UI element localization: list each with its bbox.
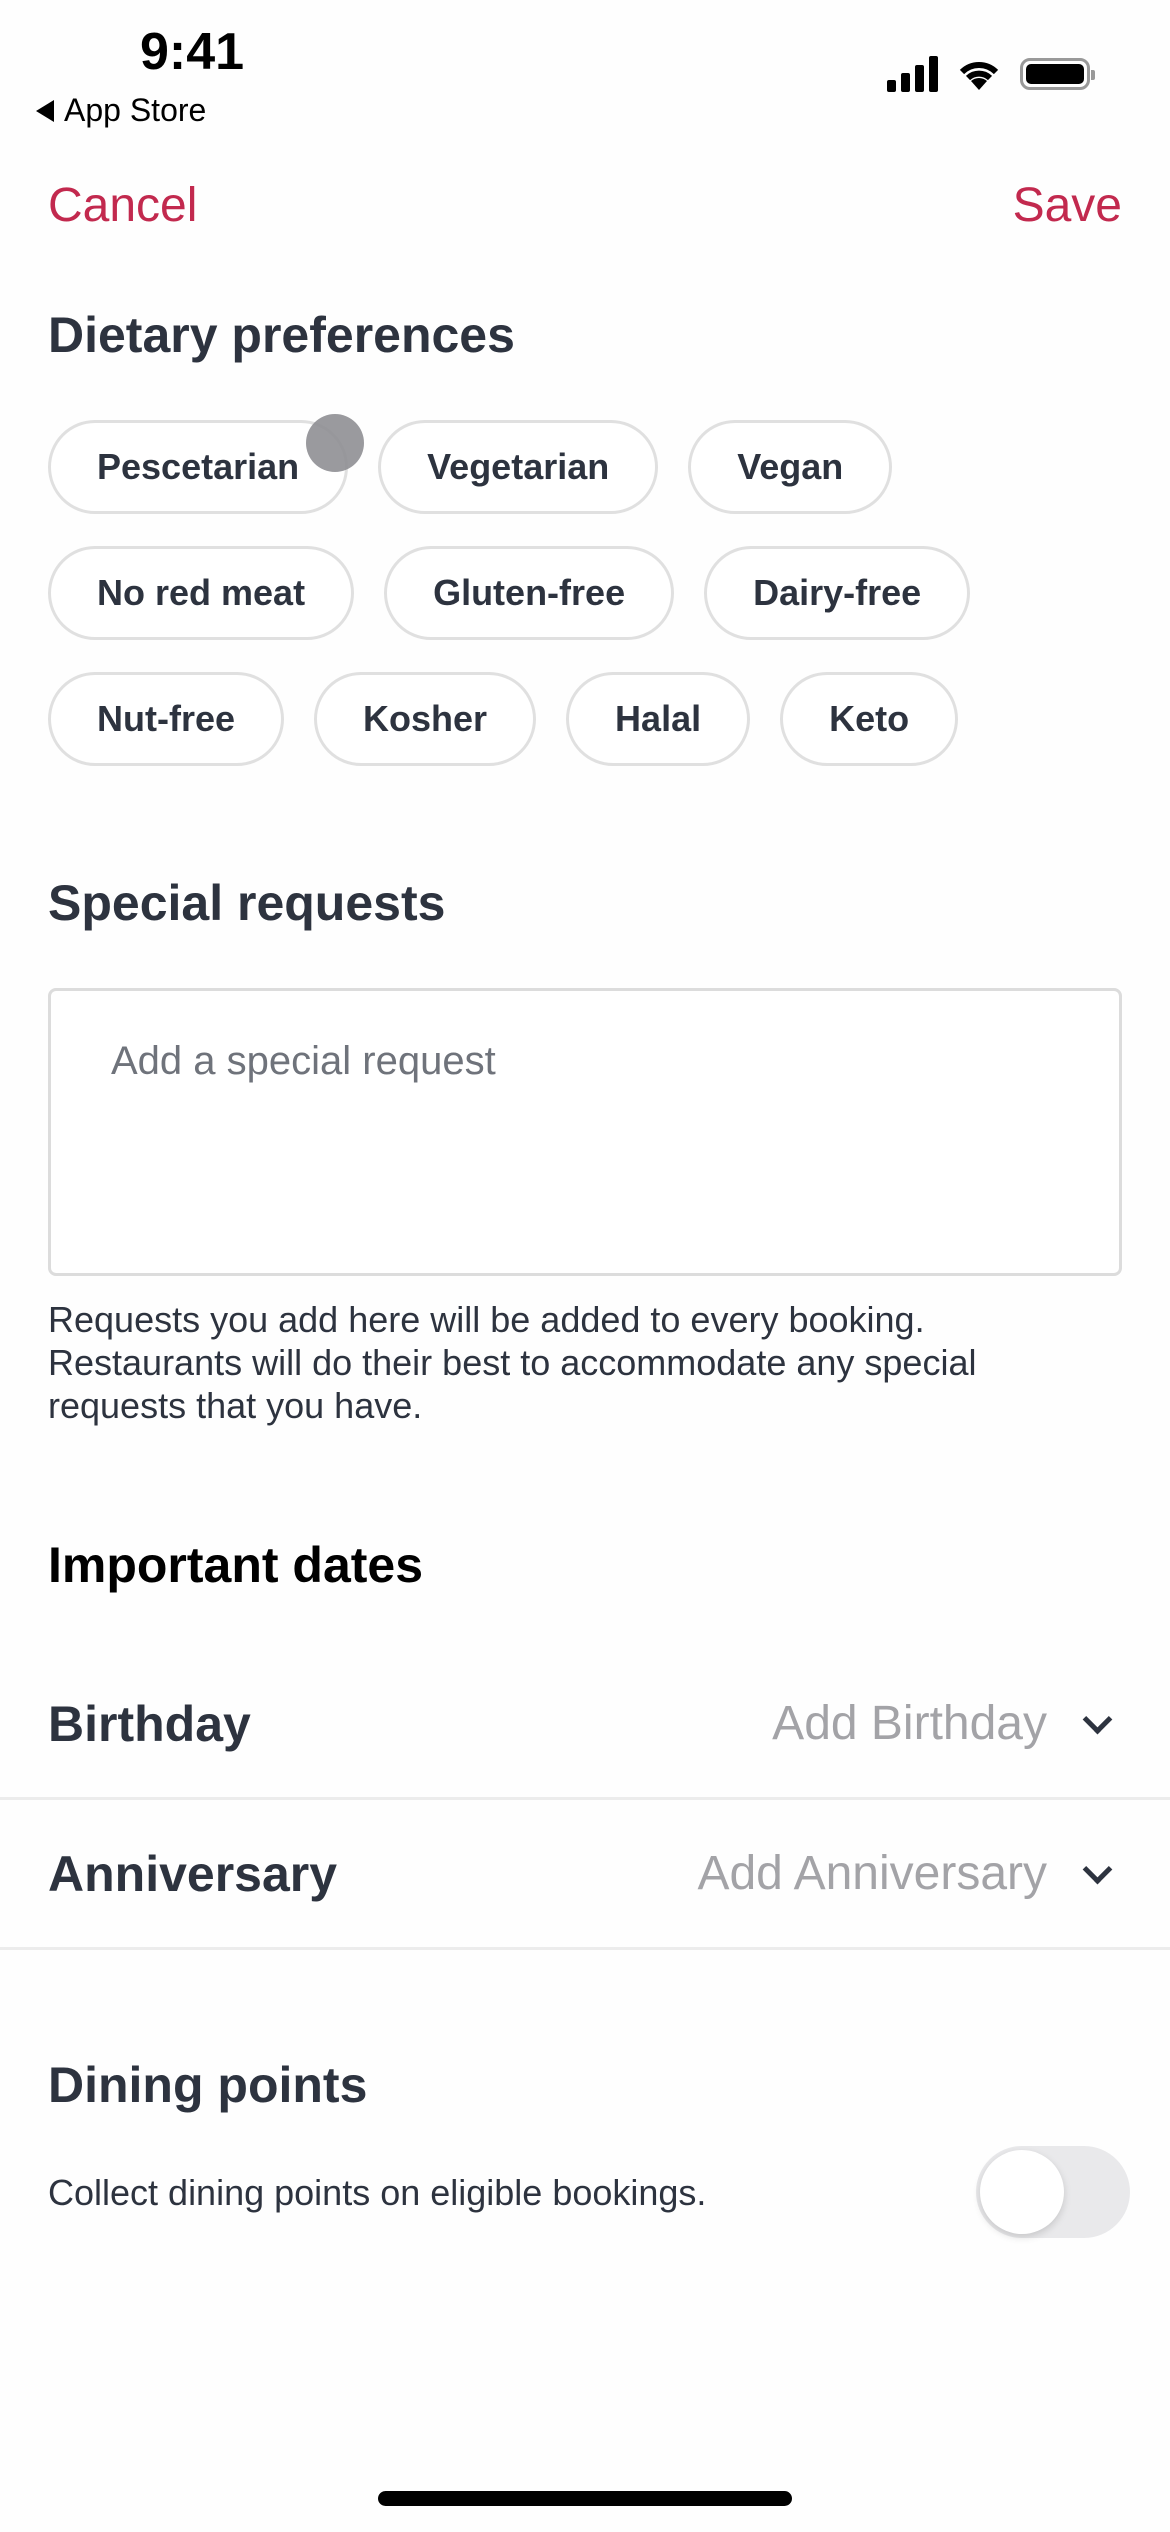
dining-points-heading: Dining points (48, 2057, 368, 2113)
touch-indicator (306, 414, 364, 472)
dining-points-description: Collect dining points on eligible bookin… (48, 2172, 707, 2213)
chip-no-red-meat[interactable]: No red meat (48, 546, 355, 640)
back-app-label: App Store (64, 92, 207, 128)
anniversary-row[interactable]: Anniversary Add Anniversary (0, 1800, 1170, 1950)
chip-vegan[interactable]: Vegan (688, 420, 893, 514)
dietary-preferences-heading: Dietary preferences (48, 307, 515, 363)
special-requests-heading: Special requests (48, 875, 446, 931)
save-button[interactable]: Save (1013, 178, 1122, 233)
special-request-input[interactable]: Add a special request (48, 988, 1122, 1276)
chip-kosher[interactable]: Kosher (314, 672, 537, 766)
dining-points-toggle[interactable] (976, 2146, 1130, 2238)
status-icons (887, 56, 1095, 92)
birthday-label: Birthday (48, 1695, 251, 1752)
chevron-down-icon (1082, 1854, 1113, 1885)
special-requests-helper-text: Requests you add here will be added to e… (48, 1299, 977, 1426)
toggle-knob (980, 2150, 1064, 2234)
birthday-value: Add Birthday (772, 1697, 1047, 1750)
back-to-app-store[interactable]: App Store (36, 92, 206, 129)
birthday-row[interactable]: Birthday Add Birthday (0, 1650, 1170, 1800)
chip-gluten-free[interactable]: Gluten-free (384, 546, 675, 640)
chip-pescetarian[interactable]: Pescetarian (48, 420, 349, 514)
wifi-icon (959, 61, 999, 90)
anniversary-value: Add Anniversary (697, 1847, 1047, 1900)
chip-keto[interactable]: Keto (780, 672, 959, 766)
cancel-button[interactable]: Cancel (48, 178, 197, 233)
important-dates-heading: Important dates (48, 1537, 424, 1593)
chip-vegetarian[interactable]: Vegetarian (378, 420, 659, 514)
chip-halal[interactable]: Halal (566, 672, 751, 766)
chip-dairy-free[interactable]: Dairy-free (704, 546, 971, 640)
back-triangle-icon (36, 99, 54, 122)
dietary-chip-group: Pescetarian Vegetarian Vegan No red meat… (48, 420, 1128, 798)
cellular-signal-icon (887, 56, 938, 92)
home-indicator[interactable] (378, 2491, 792, 2506)
status-time: 9:41 (140, 23, 245, 81)
anniversary-label: Anniversary (48, 1845, 338, 1902)
battery-icon (1020, 58, 1095, 90)
chip-nut-free[interactable]: Nut-free (48, 672, 285, 766)
chevron-down-icon (1082, 1704, 1113, 1735)
